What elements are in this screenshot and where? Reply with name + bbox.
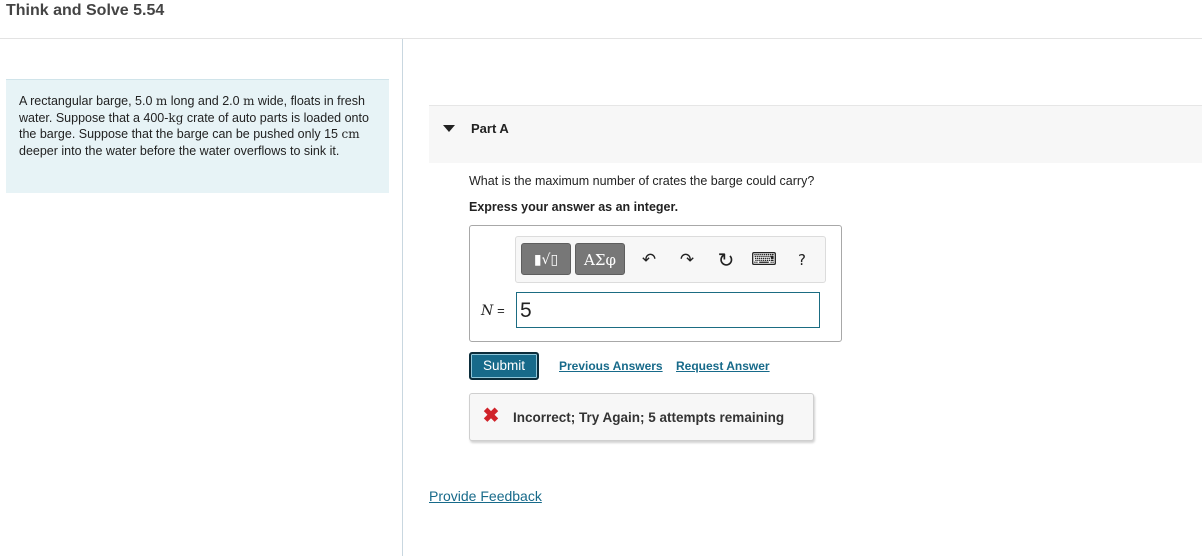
reset-icon[interactable]: ↻ xyxy=(713,246,739,274)
feedback-text: Incorrect; Try Again; 5 attempts remaini… xyxy=(513,410,785,425)
previous-answers-link[interactable]: Previous Answers xyxy=(559,359,663,373)
equals-sign: = xyxy=(497,303,505,318)
part-label: Part A xyxy=(471,121,509,136)
undo-icon[interactable]: ↶ xyxy=(636,246,662,274)
help-icon[interactable]: ? xyxy=(789,246,815,274)
part-a-header[interactable] xyxy=(429,105,1202,163)
page-title: Think and Solve 5.54 xyxy=(6,2,165,19)
redo-icon[interactable]: ↷ xyxy=(674,246,700,274)
problem-text: long and 2.0 xyxy=(167,94,244,108)
answer-input[interactable]: 5 xyxy=(516,292,820,328)
submit-button[interactable]: Submit xyxy=(469,352,539,380)
templates-button[interactable]: ▮√▯ xyxy=(521,243,571,275)
problem-text: deeper into the water before the water o… xyxy=(19,143,340,158)
collapse-caret-icon[interactable] xyxy=(443,125,455,132)
unit-text: kg xyxy=(168,110,184,125)
unit-text: m xyxy=(155,94,168,108)
page-header: Think and Solve 5.54 xyxy=(0,0,1202,39)
x-icon: ✖ xyxy=(482,405,500,427)
request-answer-link[interactable]: Request Answer xyxy=(676,359,770,373)
unit-text: m xyxy=(243,94,255,108)
problem-statement: A rectangular barge, 5.0 m long and 2.0 … xyxy=(6,79,389,193)
answer-variable-label: N = xyxy=(481,302,505,319)
variable-name: N xyxy=(481,303,494,319)
keyboard-icon[interactable]: ⌨ xyxy=(751,246,777,274)
answer-instruction: Express your answer as an integer. xyxy=(469,200,679,214)
unit-text: cm xyxy=(341,127,360,141)
question-text: What is the maximum number of crates the… xyxy=(469,174,815,188)
problem-text: A rectangular barge, 5.0 xyxy=(19,94,156,108)
provide-feedback-link[interactable]: Provide Feedback xyxy=(429,488,542,504)
symbols-button[interactable]: ΑΣφ xyxy=(575,243,625,275)
